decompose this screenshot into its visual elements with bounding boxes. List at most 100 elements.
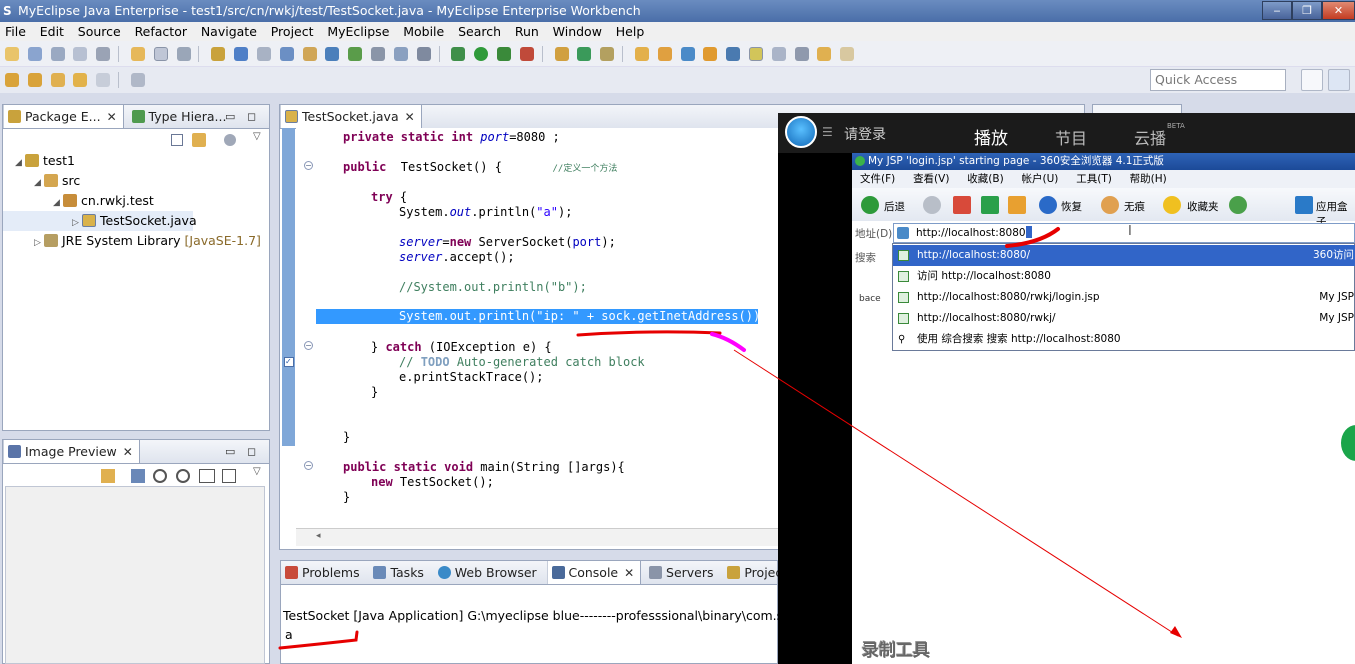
run-icon[interactable] xyxy=(474,47,489,61)
scroll-left-icon[interactable]: ◂ xyxy=(316,531,321,541)
browser-menu-tools[interactable]: 工具(T) xyxy=(1068,170,1118,188)
forward-icon[interactable] xyxy=(923,196,941,214)
fold-toggle-icon[interactable]: − xyxy=(304,341,313,350)
back-arrow-icon[interactable] xyxy=(73,73,88,87)
save-icon[interactable] xyxy=(50,47,65,61)
console-icon[interactable] xyxy=(371,47,386,61)
forward-arrow-icon[interactable] xyxy=(96,73,111,87)
quick-access-input[interactable]: Quick Access xyxy=(1150,69,1286,91)
suggestion-item[interactable]: 访问 http://localhost:8080 xyxy=(893,266,1355,287)
browser-menu-help[interactable]: 帮助(H) xyxy=(1122,170,1173,188)
close-window-button[interactable]: ✕ xyxy=(1322,1,1355,20)
next-annotation-icon[interactable] xyxy=(5,73,19,87)
menu-navigate[interactable]: Navigate xyxy=(196,22,262,41)
chevron-down-icon[interactable]: ▽ xyxy=(253,131,261,142)
sync-icon[interactable] xyxy=(101,469,115,483)
zoom-out-icon[interactable] xyxy=(153,469,167,483)
tree-item-project[interactable]: ◢ test1 xyxy=(3,151,75,171)
code-editor[interactable]: − − − private static int port=8080 ; pub… xyxy=(296,128,778,528)
back-icon[interactable] xyxy=(861,196,879,214)
menu-edit[interactable]: Edit xyxy=(35,22,69,41)
browser-menu-account[interactable]: 帐户(U) xyxy=(1014,170,1065,188)
fold-toggle-icon[interactable]: − xyxy=(304,161,313,170)
suggestion-item[interactable]: http://localhost:8080/360访问 xyxy=(893,245,1355,266)
menu-project[interactable]: Project xyxy=(266,22,319,41)
minimize-view-icon[interactable]: ▭ xyxy=(225,110,235,123)
print-icon[interactable] xyxy=(96,47,111,61)
open-folder-icon[interactable] xyxy=(634,47,649,61)
toggle-mark-icon[interactable] xyxy=(153,47,168,61)
link-with-editor-icon[interactable] xyxy=(192,133,206,147)
address-bar-input[interactable]: http://localhost:8080 xyxy=(893,223,1355,243)
new-interface-icon[interactable] xyxy=(577,47,592,61)
screen-icon[interactable] xyxy=(393,47,408,61)
java-perspective-icon[interactable] xyxy=(1328,69,1350,91)
tab-image-preview[interactable]: Image Preview ✕ xyxy=(3,440,140,463)
tab-tasks[interactable]: Tasks xyxy=(369,561,430,584)
restore-icon[interactable] xyxy=(1039,196,1057,214)
previous-annotation-icon[interactable] xyxy=(27,73,42,87)
suggestion-item[interactable]: http://localhost:8080/rwkj/My JSP xyxy=(893,308,1355,329)
restore-label[interactable]: 恢复 xyxy=(1061,199,1082,214)
camera-icon[interactable] xyxy=(416,47,431,61)
profile-icon[interactable] xyxy=(519,47,534,61)
last-edit-icon[interactable] xyxy=(50,73,65,87)
paw-icon[interactable] xyxy=(1101,196,1119,214)
globe-icon[interactable] xyxy=(348,47,363,61)
new-class-icon[interactable] xyxy=(554,47,569,61)
menu-refactor[interactable]: Refactor xyxy=(130,22,192,41)
actual-size-icon[interactable] xyxy=(199,469,215,483)
menu-myeclipse[interactable]: MyEclipse xyxy=(322,22,394,41)
favorites-label[interactable]: 收藏夹 xyxy=(1187,199,1219,214)
minimize-view-icon[interactable]: ▭ xyxy=(225,445,235,458)
tree-item-jre-library[interactable]: ▷ JRE System Library [JavaSE-1.7] xyxy=(3,231,261,251)
tab-servers[interactable]: Servers xyxy=(645,561,720,584)
zoom-in-icon[interactable] xyxy=(176,469,190,483)
highlight-icon[interactable] xyxy=(748,47,763,61)
search-icon[interactable] xyxy=(680,47,695,61)
debug-icon[interactable] xyxy=(451,47,466,61)
pin-editor-icon[interactable] xyxy=(130,73,145,87)
sync-icon[interactable] xyxy=(1229,196,1247,214)
blocks-icon[interactable] xyxy=(771,47,786,61)
menu-window[interactable]: Window xyxy=(548,22,607,41)
player-logo-icon[interactable] xyxy=(785,116,817,148)
close-icon[interactable]: ✕ xyxy=(123,445,133,459)
menu-file[interactable]: File xyxy=(0,22,31,41)
database-icon[interactable] xyxy=(256,47,271,61)
collapse-all-icon[interactable] xyxy=(171,134,183,146)
server-icon[interactable] xyxy=(302,47,317,61)
forward-edit-icon[interactable] xyxy=(840,47,855,61)
menu-mobile[interactable]: Mobile xyxy=(398,22,449,41)
fit-image-icon[interactable] xyxy=(131,469,145,483)
tab-play[interactable]: 播放 xyxy=(974,124,1008,149)
tree-item-java-file[interactable]: ▷ TestSocket.java xyxy=(3,211,197,231)
close-icon[interactable]: ✕ xyxy=(405,110,415,124)
task-marker-icon[interactable]: ✓ xyxy=(284,357,294,367)
new-project-icon[interactable] xyxy=(27,47,42,61)
menu-search[interactable]: Search xyxy=(453,22,506,41)
view-menu-icon[interactable] xyxy=(224,134,236,146)
maximize-view-icon[interactable]: ◻ xyxy=(247,445,256,458)
annotation-icon[interactable] xyxy=(817,47,832,61)
browser-icon[interactable] xyxy=(325,47,340,61)
pencil-icon[interactable] xyxy=(657,47,672,61)
home-icon[interactable] xyxy=(1008,196,1026,214)
wrench-icon[interactable] xyxy=(176,47,191,61)
browser-menu-favorites[interactable]: 收藏(B) xyxy=(959,170,1009,188)
app-box-icon[interactable] xyxy=(1295,196,1313,214)
trace-label[interactable]: 无痕 xyxy=(1124,199,1145,214)
login-link[interactable]: 请登录 xyxy=(844,124,886,144)
tree-item-src[interactable]: ◢ src xyxy=(3,171,80,191)
deploy-icon[interactable] xyxy=(279,47,294,61)
close-icon[interactable]: ✕ xyxy=(107,110,117,124)
menu-source[interactable]: Source xyxy=(73,22,126,41)
maximize-view-icon[interactable]: ◻ xyxy=(247,110,256,123)
browser-menu-view[interactable]: 查看(V) xyxy=(905,170,955,188)
close-icon[interactable]: ✕ xyxy=(624,566,634,580)
new-package-icon[interactable] xyxy=(600,47,615,61)
tree-item-package[interactable]: ◢ cn.rwkj.test xyxy=(3,191,154,211)
browser-menu-file[interactable]: 文件(F) xyxy=(852,170,901,188)
run-external-icon[interactable] xyxy=(497,47,512,61)
refresh-icon[interactable] xyxy=(981,196,999,214)
